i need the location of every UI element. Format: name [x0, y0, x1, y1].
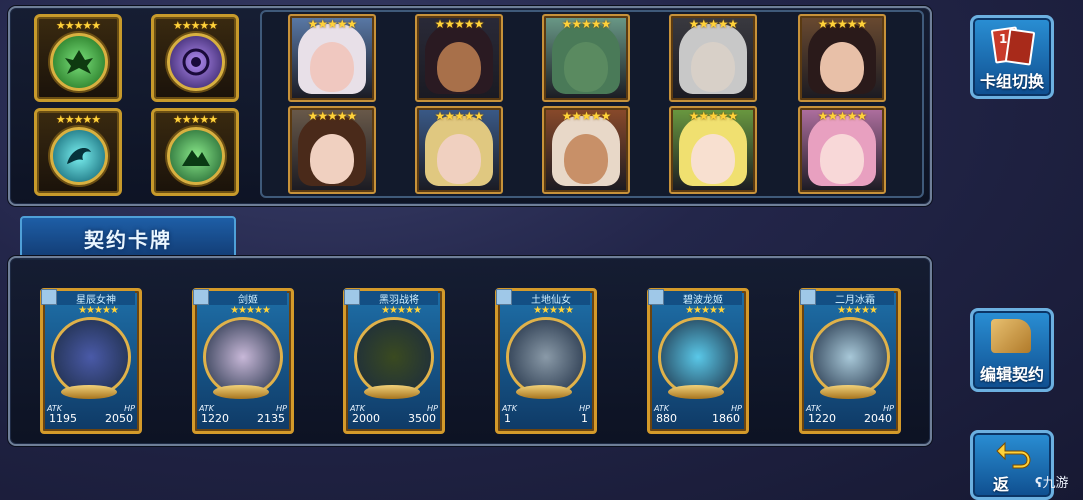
- hero-face: [564, 134, 608, 184]
- switch-deck-label: 卡组切换: [979, 72, 1044, 91]
- card-name: 剑姬: [209, 291, 287, 306]
- star-rating: ★★★★★: [561, 17, 612, 31]
- wings-ornament-icon: [61, 385, 117, 399]
- wings-ornament-icon: [364, 385, 420, 399]
- quill-scroll-icon: [991, 319, 1031, 353]
- hero-portrait[interactable]: ★★★★★: [415, 106, 503, 194]
- book-icon: [41, 289, 57, 305]
- card-name: 碧波龙姬: [664, 291, 742, 306]
- card-name: 土地仙女: [512, 291, 590, 306]
- hp-value: 1: [581, 412, 588, 425]
- card-stars: ★★★★★: [685, 305, 726, 316]
- hp-value: 1860: [712, 412, 740, 425]
- purple-sigil-emblem-icon: [182, 48, 210, 76]
- hero-face: [820, 134, 864, 184]
- watermark-text: 九游: [1042, 476, 1069, 491]
- hero-portrait[interactable]: ★★★★★: [798, 106, 886, 194]
- emblem-slot-1[interactable]: ★★★★★: [34, 14, 122, 102]
- hero-portrait[interactable]: ★★★★★: [288, 14, 376, 102]
- card-stars: ★★★★★: [381, 305, 422, 316]
- hp-value: 2050: [105, 412, 133, 425]
- card-stars: ★★★★★: [837, 305, 878, 316]
- hero-face: [564, 42, 608, 92]
- hero-portrait[interactable]: ★★★★★: [798, 14, 886, 102]
- hero-face: [310, 134, 354, 184]
- atk-value: 1220: [201, 412, 229, 425]
- mountain-emblem-icon: [182, 150, 210, 166]
- atk-value: 2000: [352, 412, 380, 425]
- star-rating: ★★★★★: [172, 113, 218, 126]
- star-rating: ★★★★★: [55, 113, 101, 126]
- contract-card[interactable]: 剑姬 ★★★★★ ATK HP 1220 2135: [192, 288, 294, 434]
- dragon-emblem-icon: [67, 148, 91, 164]
- emblem-slot-4[interactable]: ★★★★★: [151, 108, 239, 196]
- hero-portrait[interactable]: ★★★★★: [542, 106, 630, 194]
- hero-portrait[interactable]: ★★★★★: [542, 14, 630, 102]
- book-icon: [496, 289, 512, 305]
- wings-ornament-icon: [820, 385, 876, 399]
- edit-contract-label: 编辑契约: [979, 365, 1044, 384]
- atk-value: 880: [656, 412, 677, 425]
- hero-face: [820, 42, 864, 92]
- contract-cards-title: 契约卡牌: [84, 228, 172, 252]
- wings-ornament-icon: [668, 385, 724, 399]
- hero-face: [691, 42, 735, 92]
- atk-value: 1: [504, 412, 511, 425]
- edit-contract-button[interactable]: 编辑契约: [970, 308, 1054, 392]
- hero-portrait[interactable]: ★★★★★: [415, 14, 503, 102]
- watermark-logo: ʕ九游: [1035, 472, 1068, 491]
- hero-portrait[interactable]: ★★★★★: [669, 106, 757, 194]
- hp-value: 2135: [257, 412, 285, 425]
- emblem-slot-3[interactable]: ★★★★★: [34, 108, 122, 196]
- hp-value: 3500: [408, 412, 436, 425]
- star-rating: ★★★★★: [307, 109, 358, 123]
- wings-ornament-icon: [516, 385, 572, 399]
- star-rating: ★★★★★: [55, 19, 101, 32]
- contract-card[interactable]: 碧波龙姬 ★★★★★ ATK HP 880 1860: [647, 288, 749, 434]
- hero-portrait[interactable]: ★★★★★: [669, 14, 757, 102]
- contract-card[interactable]: 土地仙女 ★★★★★ ATK HP 1 1: [495, 288, 597, 434]
- card-name: 二月冰霜: [816, 291, 894, 306]
- star-rating: ★★★★★: [817, 17, 868, 31]
- star-rating: ★★★★★: [817, 109, 868, 123]
- emblem-slot-2[interactable]: ★★★★★: [151, 14, 239, 102]
- card-name: 星辰女神: [57, 291, 135, 306]
- star-rating: ★★★★★: [561, 109, 612, 123]
- contract-cards-panel: [8, 256, 932, 446]
- card-stars: ★★★★★: [78, 305, 119, 316]
- card-name: 黑羽战将: [360, 291, 438, 306]
- star-rating: ★★★★★: [688, 17, 739, 31]
- book-icon: [648, 289, 664, 305]
- hero-face: [437, 134, 481, 184]
- contract-card[interactable]: 黑羽战将 ★★★★★ ATK HP 2000 3500: [343, 288, 445, 434]
- return-arrow-icon: [996, 441, 1031, 469]
- hero-face: [437, 42, 481, 92]
- book-icon: [193, 289, 209, 305]
- atk-value: 1195: [49, 412, 77, 425]
- star-rating: ★★★★★: [434, 109, 485, 123]
- star-rating: ★★★★★: [434, 17, 485, 31]
- contract-cards-tab: 契约卡牌: [20, 216, 236, 260]
- star-rating: ★★★★★: [688, 109, 739, 123]
- contract-card[interactable]: 二月冰霜 ★★★★★ ATK HP 1220 2040: [799, 288, 901, 434]
- book-icon: [344, 289, 360, 305]
- star-rating: ★★★★★: [172, 19, 218, 32]
- card-stars: ★★★★★: [230, 305, 271, 316]
- hp-value: 2040: [864, 412, 892, 425]
- eagle-emblem-icon: [65, 50, 93, 74]
- switch-deck-button[interactable]: 1 卡组切换: [970, 15, 1054, 99]
- wings-ornament-icon: [213, 385, 269, 399]
- hero-face: [691, 134, 735, 184]
- book-icon: [800, 289, 816, 305]
- hero-face: [310, 42, 354, 92]
- card-stars: ★★★★★: [533, 305, 574, 316]
- cards-icon-back: [1004, 28, 1036, 66]
- contract-card[interactable]: 星辰女神 ★★★★★ ATK HP 1195 2050: [40, 288, 142, 434]
- star-rating: ★★★★★: [307, 17, 358, 31]
- hero-portrait[interactable]: ★★★★★: [288, 106, 376, 194]
- atk-value: 1220: [808, 412, 836, 425]
- deck-number-badge: 1: [999, 32, 1008, 46]
